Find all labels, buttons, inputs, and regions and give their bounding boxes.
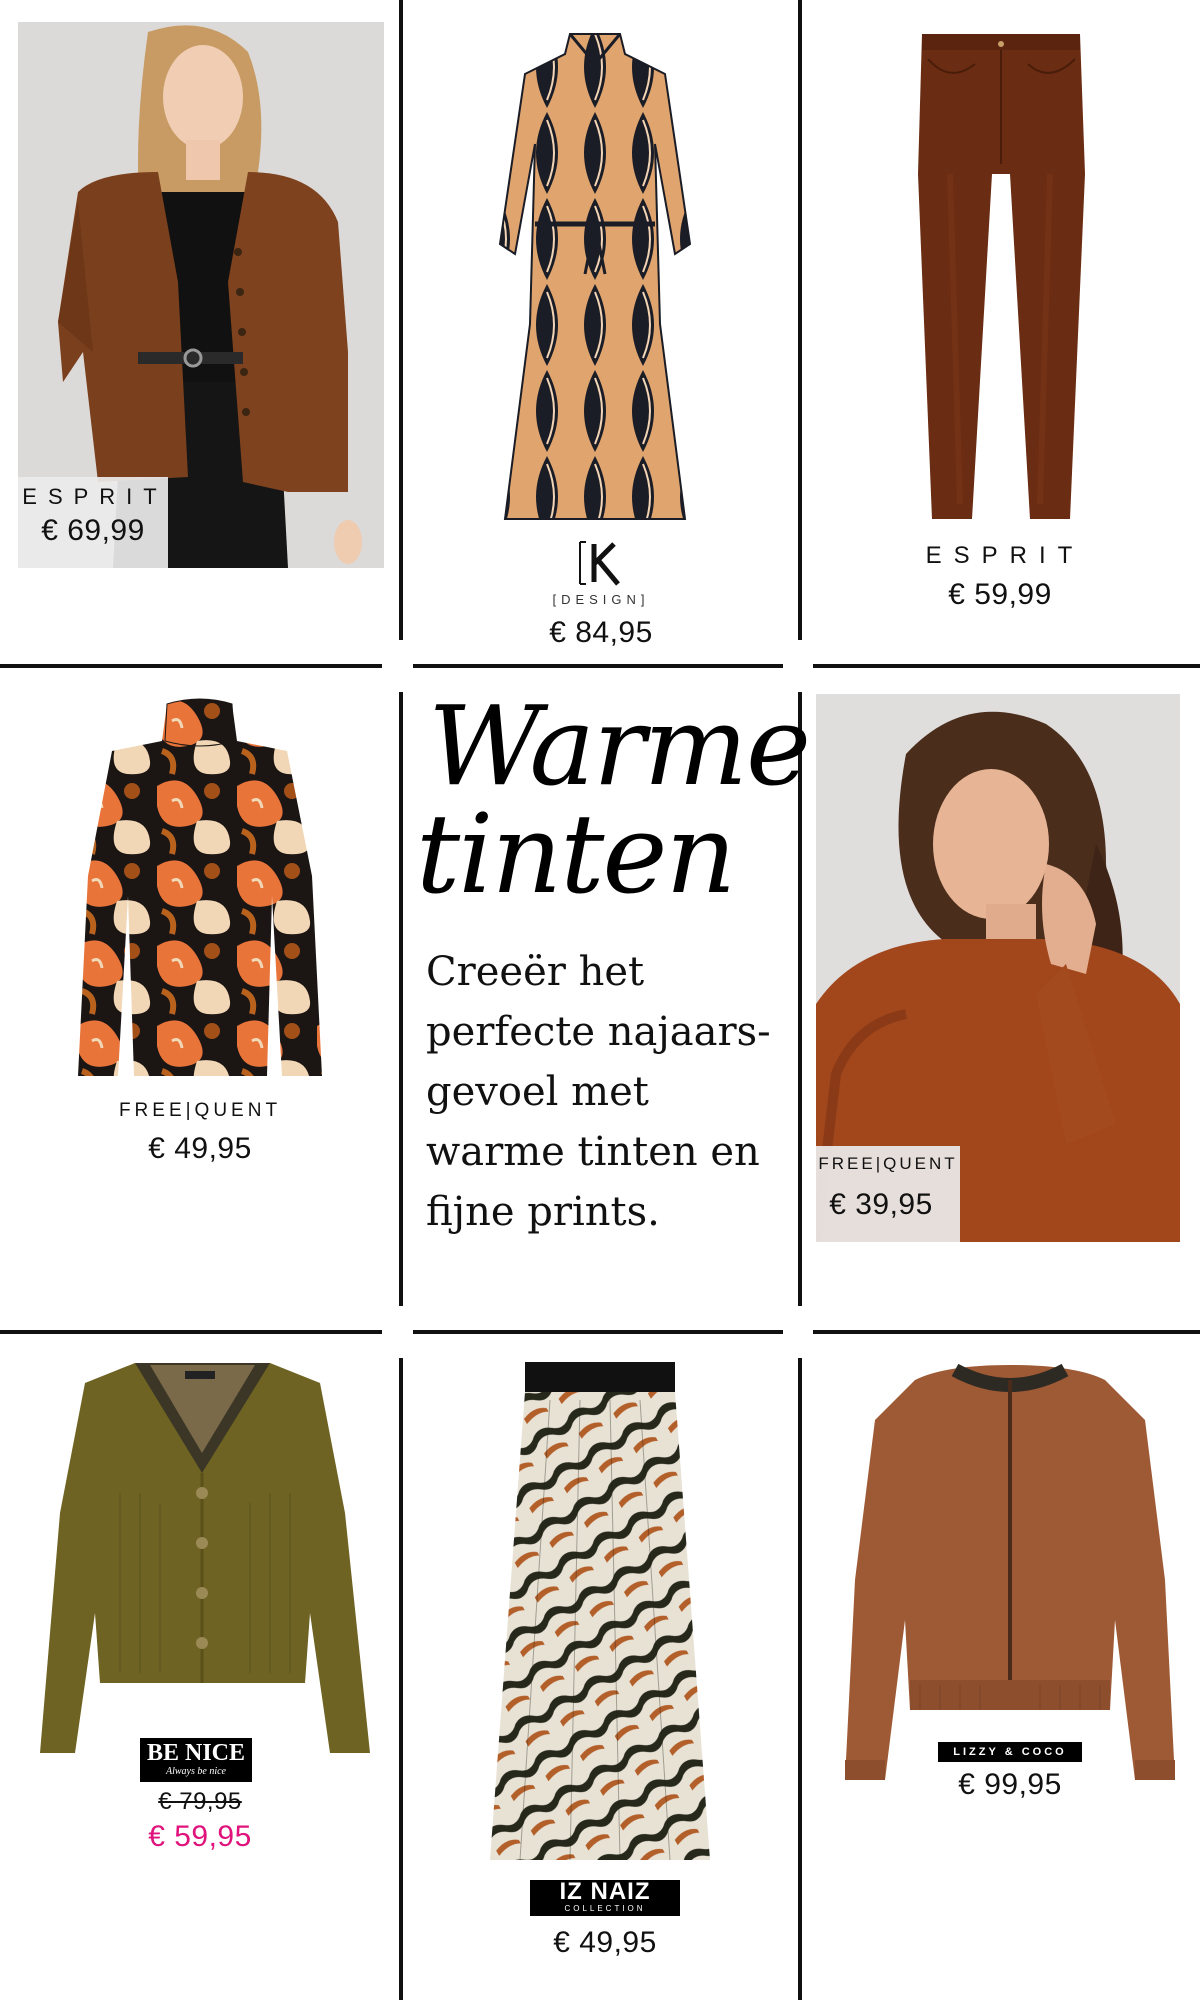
product-card-rust-blouse[interactable]: FREE|QUENT € 39,95 xyxy=(816,694,1180,1242)
product-card-zebra-skirt[interactable]: IZ NAIZ COLLECTION € 49,95 xyxy=(420,1350,782,1990)
product-card-brown-trousers[interactable]: ESPRIT € 59,99 xyxy=(820,10,1200,650)
product-photo-printed-blouse xyxy=(72,696,328,1082)
product-photo-printed-dress xyxy=(475,24,715,524)
brand-label: IZ NAIZ xyxy=(559,1878,651,1905)
page-title-line2: tinten xyxy=(416,790,736,918)
price-label: € 99,95 xyxy=(958,1768,1062,1801)
sale-price-label: € 59,95 xyxy=(148,1820,252,1853)
brand-label: ESPRIT xyxy=(22,484,168,509)
divider-horizontal-1a xyxy=(0,664,382,668)
price-label: € 49,95 xyxy=(553,1926,657,1959)
price-label: € 69,99 xyxy=(41,514,145,547)
price-label: € 59,99 xyxy=(948,578,1052,611)
brand-label: FREE|QUENT xyxy=(118,1100,282,1121)
divider-vertical-left-top xyxy=(399,0,403,640)
product-photo-brown-trousers xyxy=(910,24,1090,524)
brand-label: BE NICE xyxy=(146,1740,246,1766)
old-price-label: € 79,95 xyxy=(158,1788,242,1815)
divider-horizontal-2a xyxy=(0,1330,382,1334)
brand-sub-label: [DESIGN] xyxy=(552,592,650,607)
product-card-printed-blouse[interactable]: FREE|QUENT € 49,95 xyxy=(0,690,390,1310)
product-card-olive-cardigan[interactable]: BE NICE Always be nice € 79,95 € 59,95 xyxy=(20,1348,380,1968)
divider-vertical-right-top xyxy=(798,0,802,640)
divider-horizontal-1b xyxy=(413,664,783,668)
editorial-panel: Warme tinten Creeër het perfecte najaars… xyxy=(412,691,811,1302)
divider-vertical-left-mid xyxy=(399,692,403,1306)
divider-horizontal-1c xyxy=(813,664,1200,668)
product-card-suede-jacket[interactable]: LIZZY & COCO € 99,95 xyxy=(830,1350,1190,1950)
divider-horizontal-2b xyxy=(413,1330,783,1334)
be-nice-logo: BE NICE Always be nice xyxy=(140,1738,252,1782)
price-label: € 49,95 xyxy=(148,1132,252,1165)
product-photo-olive-cardigan xyxy=(40,1353,370,1763)
product-photo-suede-jacket xyxy=(845,1360,1175,1790)
product-card-printed-dress[interactable]: [DESIGN] € 84,95 xyxy=(420,10,782,650)
brand-tagline: COLLECTION xyxy=(564,1904,646,1913)
divider-vertical-left-bottom xyxy=(399,1358,403,2000)
page-title-line1: Warme xyxy=(428,682,811,810)
brand-tagline: Always be nice xyxy=(166,1766,226,1777)
brand-label: FREE|QUENT xyxy=(818,1154,958,1173)
price-label: € 39,95 xyxy=(829,1188,933,1221)
product-photo-zebra-skirt xyxy=(490,1360,716,1870)
intro-text: Creeër het perfecte najaars-gevoel met w… xyxy=(426,949,771,1235)
brand-label: ESPRIT xyxy=(925,542,1085,569)
brand-label: LIZZY & COCO xyxy=(953,1746,1067,1758)
k-design-logo xyxy=(576,538,626,588)
product-card-cardigan-brown[interactable]: ESPRIT € 69,99 xyxy=(18,22,384,568)
iz-naiz-logo: IZ NAIZ COLLECTION xyxy=(530,1880,680,1916)
divider-horizontal-2c xyxy=(813,1330,1200,1334)
price-label: € 84,95 xyxy=(549,616,653,649)
divider-vertical-right-bottom xyxy=(798,1358,802,2000)
lizzy-coco-logo: LIZZY & COCO xyxy=(938,1742,1082,1762)
